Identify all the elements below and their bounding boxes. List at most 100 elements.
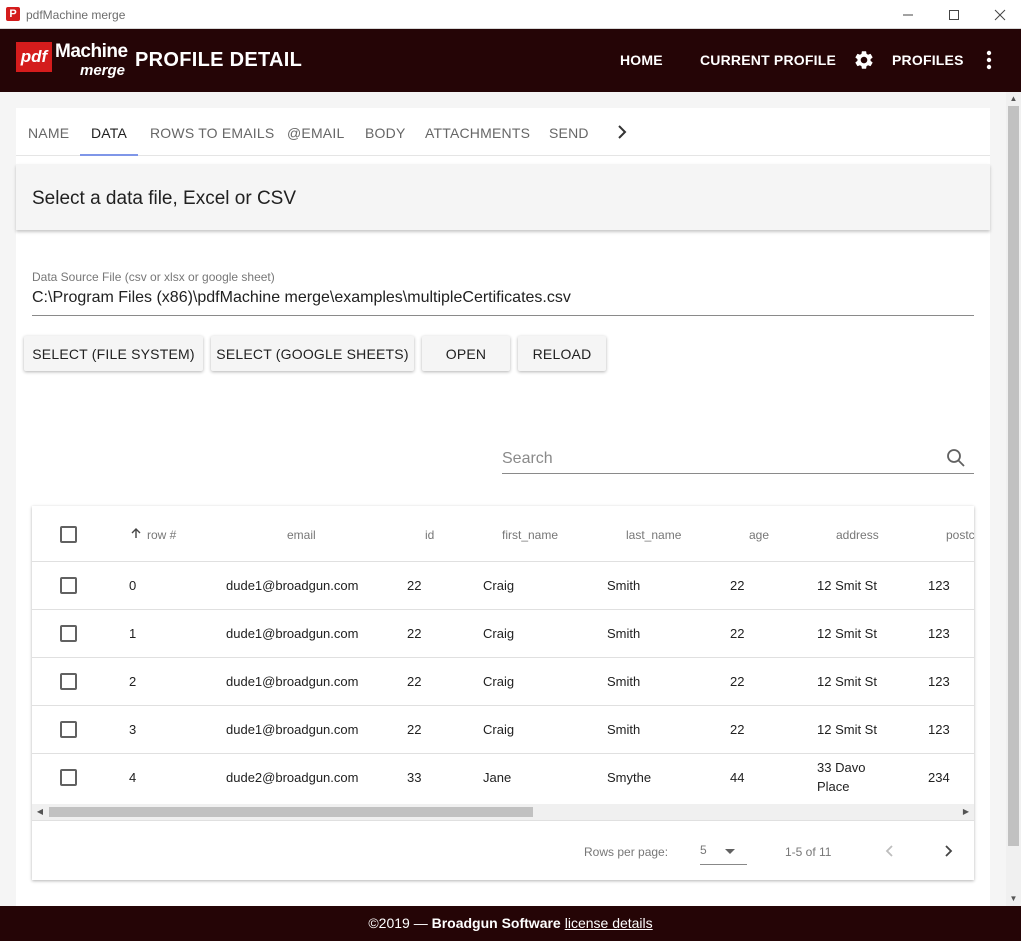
gear-icon[interactable] [853,49,875,71]
tab-data[interactable]: DATA [91,125,127,141]
app-bar: pdf Machine merge PROFILE DETAIL HOME CU… [0,29,1021,92]
cell-row: 1 [129,626,137,641]
more-vert-icon[interactable] [979,49,999,71]
row-checkbox[interactable] [60,577,77,594]
column-header-row[interactable]: row # [147,528,176,542]
table-row[interactable]: 4 dude2@broadgun.com 33 Jane Smythe 44 3… [32,754,974,804]
cell-age: 22 [730,674,745,689]
cell-last-name: Smith [607,722,641,737]
close-button[interactable] [977,0,1021,29]
page-title: PROFILE DETAIL [135,49,303,71]
main-content: NAME DATA ROWS TO EMAILS @EMAIL BODY ATT… [0,92,1006,906]
sort-ascending-icon[interactable] [130,527,142,539]
nav-home-button[interactable]: HOME [620,52,663,68]
horizontal-scrollbar[interactable]: ◀ ▶ [32,804,974,820]
scroll-left-arrow-icon[interactable]: ◀ [32,804,48,820]
column-header-id[interactable]: id [425,528,434,542]
tab-rows-to-emails[interactable]: ROWS TO EMAILS [150,125,274,141]
column-header-email[interactable]: email [287,528,316,542]
column-header-age[interactable]: age [749,528,769,542]
cell-postcode: 234 [928,770,950,785]
tabs-scroll-right-icon[interactable] [614,122,630,142]
cell-address: 12 Smit St [817,674,877,689]
tab-send[interactable]: SEND [549,125,589,141]
column-header-last-name[interactable]: last_name [626,528,681,542]
cell-first-name: Craig [483,674,515,689]
profile-card: NAME DATA ROWS TO EMAILS @EMAIL BODY ATT… [16,108,990,906]
column-header-postcode[interactable]: postc [946,528,974,542]
cell-row: 0 [129,578,137,593]
footer-copyright: ©2019 — [368,915,432,931]
dropdown-caret-icon [725,849,735,854]
vertical-scrollbar[interactable]: ▲ ▼ [1006,92,1021,906]
vertical-scrollbar-thumb[interactable] [1008,106,1019,846]
row-checkbox[interactable] [60,625,77,642]
search-icon[interactable] [946,448,966,468]
app-icon: P [6,7,20,21]
datasource-value[interactable]: C:\Program Files (x86)\pdfMachine merge\… [32,289,571,307]
table-row[interactable]: 3 dude1@broadgun.com 22 Craig Smith 22 1… [32,706,974,754]
table-viewport: row # email id first_name last_name age … [32,506,974,804]
scroll-up-arrow-icon[interactable]: ▲ [1006,92,1021,106]
tab-name[interactable]: NAME [28,125,69,141]
maximize-icon [949,9,959,20]
next-page-icon[interactable] [940,842,956,860]
rows-per-page-value: 5 [700,843,707,857]
cell-address: 12 Smit St [817,722,877,737]
table-row[interactable]: 1 dude1@broadgun.com 22 Craig Smith 22 1… [32,610,974,658]
cell-id: 22 [407,578,422,593]
scroll-down-arrow-icon[interactable]: ▼ [1006,892,1021,906]
cell-row: 2 [129,674,137,689]
cell-address: 33 Davo [817,760,866,775]
cell-age: 44 [730,770,745,785]
nav-profiles-button[interactable]: PROFILES [892,52,964,68]
cell-postcode: 123 [928,578,950,593]
cell-email: dude1@broadgun.com [226,626,359,641]
cell-email: dude1@broadgun.com [226,722,359,737]
active-tab-indicator [80,154,138,156]
row-checkbox[interactable] [60,673,77,690]
cell-id: 22 [407,722,422,737]
reload-button[interactable]: RELOAD [518,336,606,371]
cell-age: 22 [730,722,745,737]
cell-first-name: Craig [483,578,515,593]
section-heading: Select a data file, Excel or CSV [32,188,297,209]
rows-per-page-select[interactable]: 5 [700,837,747,865]
tab-attachments[interactable]: ATTACHMENTS [425,125,530,141]
column-header-address[interactable]: address [836,528,879,542]
table-row[interactable]: 2 dude1@broadgun.com 22 Craig Smith 22 1… [32,658,974,706]
cell-address: 12 Smit St [817,626,877,641]
datasource-label: Data Source File (csv or xlsx or google … [32,270,275,284]
cell-postcode: 123 [928,626,950,641]
previous-page-icon[interactable] [882,842,898,860]
select-all-checkbox[interactable] [60,526,77,543]
section-header: Select a data file, Excel or CSV [16,164,990,230]
row-checkbox[interactable] [60,769,77,786]
cell-last-name: Smythe [607,770,652,785]
column-header-first-name[interactable]: first_name [502,528,558,542]
open-button[interactable]: OPEN [422,336,510,371]
cell-age: 22 [730,578,745,593]
row-checkbox[interactable] [60,721,77,738]
select-file-system-button[interactable]: SELECT (FILE SYSTEM) [24,336,203,371]
search-input[interactable] [502,448,922,470]
scroll-right-arrow-icon[interactable]: ▶ [958,804,974,820]
datasource-field[interactable]: Data Source File (csv or xlsx or google … [32,270,974,316]
logo-pdf: pdf [16,42,52,72]
license-details-link[interactable]: license details [565,915,653,931]
cell-id: 33 [407,770,422,785]
tab-body[interactable]: BODY [365,125,405,141]
horizontal-scrollbar-thumb[interactable] [49,807,533,817]
maximize-button[interactable] [931,0,977,29]
window-titlebar: P pdfMachine merge [0,0,1021,29]
cell-row: 3 [129,722,137,737]
tab-email[interactable]: @EMAIL [287,125,344,141]
cell-last-name: Smith [607,674,641,689]
table-row[interactable]: 0 dude1@broadgun.com 22 Craig Smith 22 1… [32,562,974,610]
pdfmachine-logo: pdf Machine merge [16,41,128,81]
select-google-sheets-button[interactable]: SELECT (GOOGLE SHEETS) [211,336,414,371]
nav-current-profile-button[interactable]: CURRENT PROFILE [700,52,836,68]
rows-per-page-label: Rows per page: [584,845,669,859]
cell-row: 4 [129,770,137,785]
minimize-button[interactable] [885,0,931,29]
